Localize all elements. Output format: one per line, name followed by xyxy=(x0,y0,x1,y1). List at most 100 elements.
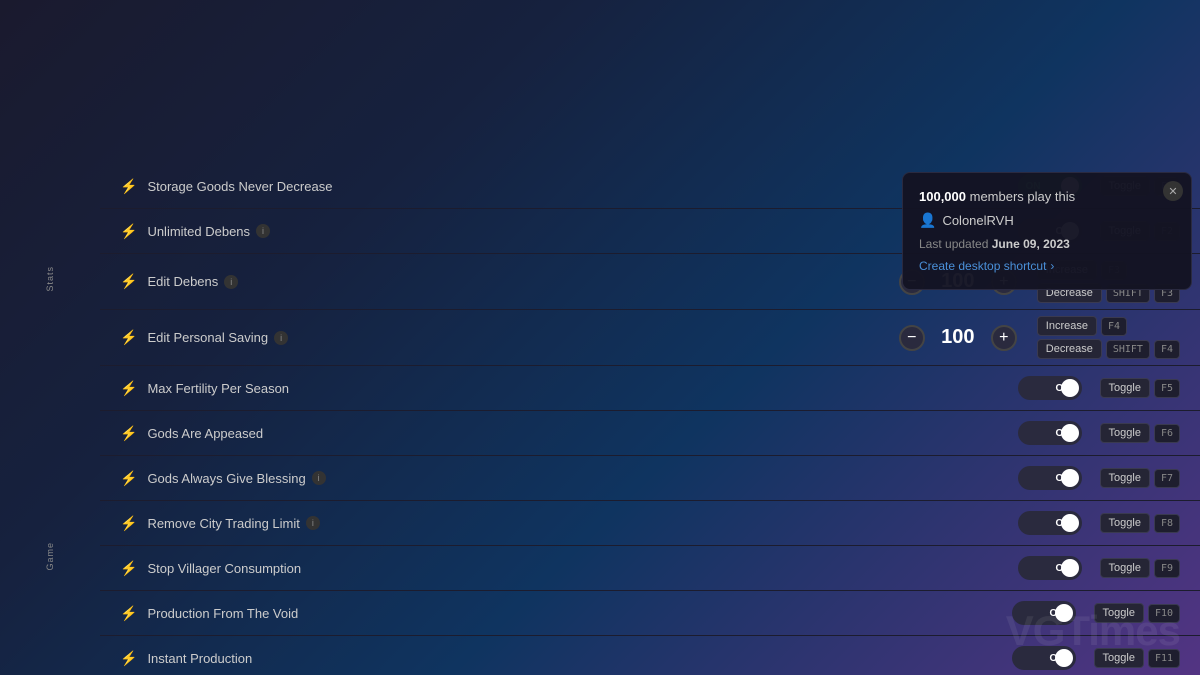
toggle-key-btn-7[interactable]: Toggle xyxy=(1100,468,1150,488)
info-panel: ✕ 100,000 members play this 👤 ColonelRVH… xyxy=(902,172,1192,290)
toggle-stop-villager[interactable]: OFF xyxy=(1018,556,1082,580)
shift-badge-2: SHIFT xyxy=(1106,340,1150,359)
toggle-production-void[interactable]: OFF xyxy=(1012,601,1076,625)
info-badge-2[interactable]: i xyxy=(256,224,270,238)
arrow-icon: › xyxy=(1050,259,1054,273)
toggle-gods-blessing[interactable]: OFF xyxy=(1018,466,1082,490)
toggle-knob-6 xyxy=(1061,424,1079,442)
toggle-key-btn-10[interactable]: Toggle xyxy=(1094,603,1144,623)
mod-row-instant-production: ⚡ Instant Production OFF Toggle F11 xyxy=(100,636,1200,675)
author-icon: 👤 xyxy=(919,212,936,229)
toggle-knob-9 xyxy=(1061,559,1079,577)
mod-row-edit-saving: ⚡ Edit Personal Saving i − 100 + Increas… xyxy=(100,310,1200,366)
author-name: ColonelRVH xyxy=(942,213,1013,228)
mod-bolt-icon-5: ⚡ xyxy=(120,380,137,397)
saving-decrease-key[interactable]: Decrease SHIFT F4 xyxy=(1037,339,1180,359)
saving-decrease-btn[interactable]: − xyxy=(899,325,925,351)
info-badge-8[interactable]: i xyxy=(306,516,320,530)
toggle-key-btn-5[interactable]: Toggle xyxy=(1100,378,1150,398)
mod-row-gods-blessing: ⚡ Gods Always Give Blessing i OFF Toggle… xyxy=(100,456,1200,501)
info-badge-3[interactable]: i xyxy=(224,275,238,289)
mod-name-edit-debens: Edit Debens i xyxy=(147,274,888,289)
toggle-knob-7 xyxy=(1061,469,1079,487)
inc-dec-saving: Increase F4 Decrease SHIFT F4 xyxy=(1037,316,1180,359)
key-badge-f7: F7 xyxy=(1154,469,1180,488)
saving-increase-key[interactable]: Increase F4 xyxy=(1037,316,1180,336)
mod-row-production-void: ⚡ Production From The Void OFF Toggle F1… xyxy=(100,591,1200,636)
mod-row-gods-appeased: ⚡ Gods Are Appeased OFF Toggle F6 xyxy=(100,411,1200,456)
mod-name-storage-goods: Storage Goods Never Decrease xyxy=(147,179,1007,194)
mod-name-gods-blessing: Gods Always Give Blessing i xyxy=(147,471,1007,486)
mod-name-remove-trading: Remove City Trading Limit i xyxy=(147,516,1007,531)
info-panel-close-button[interactable]: ✕ xyxy=(1163,181,1183,201)
controls-max-fertility: Toggle F5 xyxy=(1100,378,1180,398)
desktop-shortcut-link[interactable]: Create desktop shortcut › xyxy=(919,259,1175,273)
toggle-gods-appeased[interactable]: OFF xyxy=(1018,421,1082,445)
toggle-max-fertility[interactable]: OFF xyxy=(1018,376,1082,400)
info-badge-4[interactable]: i xyxy=(274,331,288,345)
toggle-remove-trading[interactable]: OFF xyxy=(1018,511,1082,535)
members-count: 100,000 xyxy=(919,189,966,204)
key-badge-f6: F6 xyxy=(1154,424,1180,443)
mod-bolt-icon-8: ⚡ xyxy=(120,515,137,532)
toggle-knob-5 xyxy=(1061,379,1079,397)
mod-bolt-icon: ⚡ xyxy=(120,178,137,195)
mod-bolt-icon-9: ⚡ xyxy=(120,560,137,577)
info-badge-7[interactable]: i xyxy=(312,471,326,485)
mod-name-unlimited-debens: Unlimited Debens i xyxy=(147,224,1007,239)
mod-name-gods-appeased: Gods Are Appeased xyxy=(147,426,1007,441)
increase-label-2: Increase xyxy=(1037,316,1097,336)
controls-instant-production: Toggle F11 xyxy=(1094,648,1180,668)
toggle-knob-8 xyxy=(1061,514,1079,532)
last-updated: Last updated June 09, 2023 xyxy=(919,237,1175,251)
members-text: 100,000 members play this xyxy=(919,189,1175,204)
mod-name-edit-saving: Edit Personal Saving i xyxy=(147,330,888,345)
toggle-key-btn-8[interactable]: Toggle xyxy=(1100,513,1150,533)
edit-saving-controls: − 100 + xyxy=(899,325,1017,351)
game-label: Game xyxy=(45,542,55,571)
mod-name-instant-production: Instant Production xyxy=(147,651,1001,666)
toggle-instant-production[interactable]: OFF xyxy=(1012,646,1076,670)
decrease-label-2: Decrease xyxy=(1037,339,1102,359)
last-updated-label: Last updated xyxy=(919,237,988,251)
mod-bolt-icon-2: ⚡ xyxy=(120,223,137,240)
mod-bolt-icon-11: ⚡ xyxy=(120,650,137,667)
key-badge-f10: F10 xyxy=(1148,604,1180,623)
mod-bolt-icon-7: ⚡ xyxy=(120,470,137,487)
toggle-key-btn-9[interactable]: Toggle xyxy=(1100,558,1150,578)
toggle-key-btn-6[interactable]: Toggle xyxy=(1100,423,1150,443)
toggle-knob-11 xyxy=(1055,649,1073,667)
key-badge-f11: F11 xyxy=(1148,649,1180,668)
stats-label: Stats xyxy=(45,266,55,292)
toggle-knob-10 xyxy=(1055,604,1073,622)
controls-gods-blessing: Toggle F7 xyxy=(1100,468,1180,488)
saving-key-controls: Increase F4 Decrease SHIFT F4 xyxy=(1037,316,1180,359)
mod-bolt-icon-3: ⚡ xyxy=(120,273,137,290)
controls-remove-trading: Toggle F8 xyxy=(1100,513,1180,533)
mod-name-production-void: Production From The Void xyxy=(147,606,1001,621)
desktop-shortcut-label: Create desktop shortcut xyxy=(919,259,1046,273)
key-badge-f5: F5 xyxy=(1154,379,1180,398)
mod-name-stop-villager: Stop Villager Consumption xyxy=(147,561,1007,576)
mod-bolt-icon-4: ⚡ xyxy=(120,329,137,346)
mod-row-max-fertility: ⚡ Max Fertility Per Season OFF Toggle F5 xyxy=(100,366,1200,411)
mods-container[interactable]: ✕ 100,000 members play this 👤 ColonelRVH… xyxy=(100,164,1200,675)
saving-value: 100 xyxy=(933,326,983,349)
mod-row-remove-trading: ⚡ Remove City Trading Limit i OFF Toggle… xyxy=(100,501,1200,546)
mod-row-stop-villager: ⚡ Stop Villager Consumption OFF Toggle F… xyxy=(100,546,1200,591)
key-badge-f9: F9 xyxy=(1154,559,1180,578)
saving-increase-btn[interactable]: + xyxy=(991,325,1017,351)
controls-production-void: Toggle F10 xyxy=(1094,603,1180,623)
last-updated-date: June 09, 2023 xyxy=(992,237,1070,251)
members-suffix: members play this xyxy=(970,189,1075,204)
mod-name-max-fertility: Max Fertility Per Season xyxy=(147,381,1007,396)
key-badge-f8: F8 xyxy=(1154,514,1180,533)
controls-gods-appeased: Toggle F6 xyxy=(1100,423,1180,443)
mod-bolt-icon-10: ⚡ xyxy=(120,605,137,622)
inc-key-badge-2: F4 xyxy=(1101,317,1127,336)
mod-bolt-icon-6: ⚡ xyxy=(120,425,137,442)
author-row: 👤 ColonelRVH xyxy=(919,212,1175,229)
toggle-key-btn-11[interactable]: Toggle xyxy=(1094,648,1144,668)
dec-key-badge-2: F4 xyxy=(1154,340,1180,359)
controls-stop-villager: Toggle F9 xyxy=(1100,558,1180,578)
